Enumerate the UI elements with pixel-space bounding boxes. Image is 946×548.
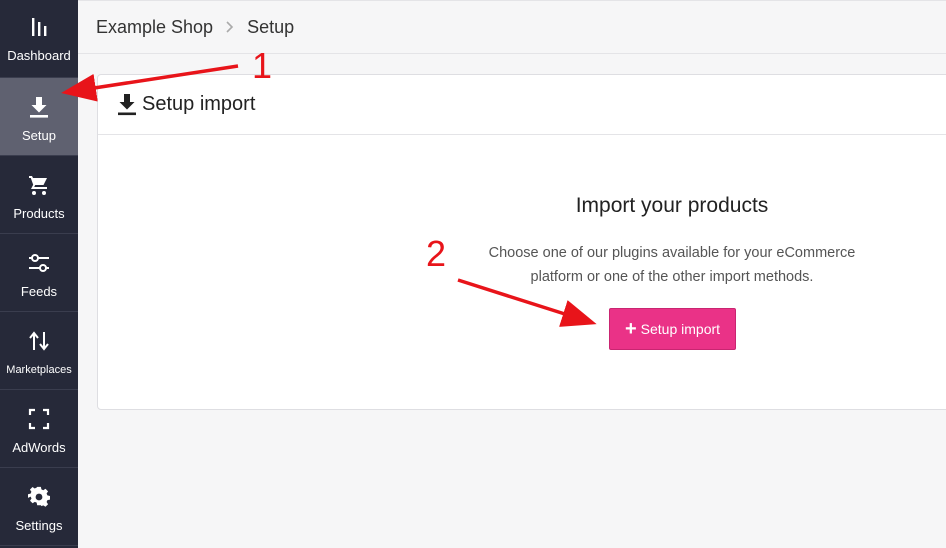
gear-icon [27, 484, 51, 510]
download-icon [116, 93, 138, 117]
bar-chart-icon [29, 14, 49, 40]
annotation-step-1: 1 [252, 45, 273, 86]
setup-import-button[interactable]: + Setup import [609, 308, 736, 350]
sidebar-item-adwords[interactable]: AdWords [0, 390, 78, 468]
sidebar-item-label: Products [13, 206, 65, 221]
sidebar-item-label: Marketplaces [6, 364, 72, 376]
plus-icon: + [624, 318, 637, 340]
sidebar-item-label: Dashboard [7, 48, 71, 63]
sidebar-item-marketplaces[interactable]: Marketplaces [0, 312, 78, 390]
import-heading: Import your products [575, 194, 769, 217]
sidebar-item-setup[interactable]: Setup [0, 78, 78, 156]
sidebar-item-label: Feeds [20, 284, 58, 299]
sliders-icon [27, 250, 51, 276]
fullscreen-corners-icon [28, 406, 50, 432]
swap-vertical-icon [27, 328, 51, 354]
annotation-step-2: 2 [426, 233, 447, 274]
setup-import-button-label: Setup import [640, 321, 721, 337]
card-title: Setup import [142, 93, 256, 115]
sidebar-item-feeds[interactable]: Feeds [0, 234, 78, 312]
setup-import-card: Setup import Import your products Choose… [97, 74, 946, 410]
sidebar-item-label: Setup [22, 128, 56, 143]
sidebar-item-label: Settings [15, 518, 63, 533]
breadcrumb-current-page: Setup [247, 16, 295, 37]
import-description: Choose one of our plugins available for … [488, 245, 856, 285]
sidebar-item-settings[interactable]: Settings [0, 468, 78, 546]
cart-icon [27, 172, 51, 198]
sidebar: Dashboard Setup Products Feeds Marketpla… [0, 0, 78, 548]
download-icon [28, 94, 50, 120]
sidebar-item-label: AdWords [12, 440, 66, 455]
sidebar-item-products[interactable]: Products [0, 156, 78, 234]
breadcrumb: Example Shop Setup [78, 0, 946, 54]
breadcrumb-shop-link[interactable]: Example Shop [96, 17, 213, 38]
card-header: Setup import [98, 75, 946, 135]
chevron-right-icon [225, 20, 235, 34]
sidebar-item-dashboard[interactable]: Dashboard [0, 0, 78, 78]
